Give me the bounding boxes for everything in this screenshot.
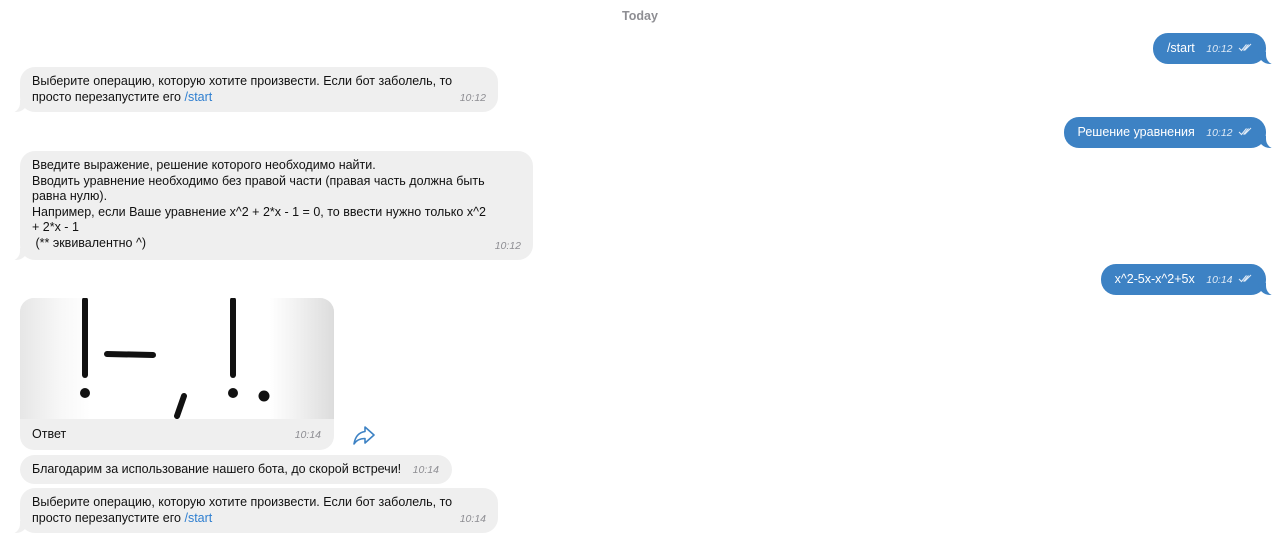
incoming-message-menu[interactable]: Выберите операцию, которую хотите произв… (8, 67, 498, 113)
instruction-line: Введите выражение, решение которого необ… (32, 158, 376, 172)
incoming-photo-message[interactable]: Ответ 10:14 (20, 298, 334, 450)
outgoing-message-expression[interactable]: x^2-5x-x^2+5x 10:14 (1100, 264, 1279, 296)
message-time: 10:12 (459, 91, 486, 104)
double-check-icon (1238, 127, 1252, 136)
message-text: x^2-5x-x^2+5x (1114, 272, 1195, 286)
instruction-line: + 2*x - 1 (32, 220, 79, 234)
incoming-message-thanks[interactable]: Благодарим за использование нашего бота,… (20, 455, 452, 484)
message-time: 10:12 (1206, 127, 1233, 139)
start-command-link[interactable]: /start (184, 90, 212, 104)
message-text: Благодарим за использование нашего бота,… (32, 462, 402, 476)
outgoing-message-solve[interactable]: Решение уравнения 10:12 (1063, 117, 1279, 149)
date-separator: Today (622, 9, 658, 23)
message-text: Решение уравнения (1077, 125, 1195, 139)
message-time: 10:14 (412, 464, 439, 476)
share-arrow-icon (353, 426, 375, 445)
start-command-link[interactable]: /start (184, 511, 212, 525)
message-text: Выберите операцию, которую хотите произв… (32, 74, 453, 88)
double-check-icon (1238, 43, 1252, 52)
message-text: Выберите операцию, которую хотите произв… (32, 495, 453, 509)
answer-image-glyphs (80, 298, 270, 419)
incoming-message-menu[interactable]: Выберите операцию, которую хотите произв… (8, 488, 498, 534)
message-time: 10:14 (294, 429, 321, 441)
message-text-line2: просто перезапустите его (32, 89, 181, 104)
message-time: 10:12 (494, 239, 521, 252)
message-time: 10:14 (459, 512, 486, 525)
instruction-line: Например, если Ваше уравнение x^2 + 2*x … (32, 204, 486, 219)
double-check-icon (1238, 274, 1252, 283)
message-time: 10:14 (1206, 274, 1233, 286)
share-button[interactable] (352, 425, 376, 445)
photo-caption: Ответ (32, 427, 67, 441)
instruction-line: равна нулю). (32, 189, 108, 203)
outgoing-message-start[interactable]: /start 10:12 (1152, 33, 1279, 65)
message-text: /start (1166, 41, 1195, 55)
message-time: 10:12 (1206, 43, 1233, 55)
answer-image[interactable] (20, 298, 334, 419)
instruction-line: Вводить уравнение необходимо без правой … (32, 173, 485, 188)
incoming-message-instructions[interactable]: Введите выражение, решение которого необ… (8, 151, 533, 261)
instruction-line: (** эквивалентно ^) (32, 235, 146, 250)
message-text-line2: просто перезапустите его (32, 510, 181, 525)
